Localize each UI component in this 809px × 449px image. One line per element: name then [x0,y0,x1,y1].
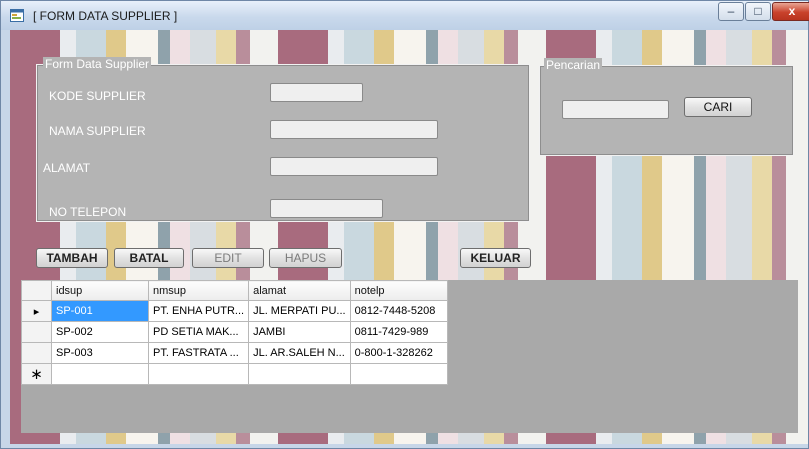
supplier-form-group: Form Data Supplier KODE SUPPLIER NAMA SU… [36,57,530,222]
new-row-cell[interactable] [147,363,250,385]
batal-button[interactable]: BATAL [114,248,184,268]
table-cell-alamat[interactable]: JL. AR.SALEH N... [248,342,351,364]
window-title: [ FORM DATA SUPPLIER ] [33,9,178,23]
table-row[interactable]: ▸ SP-001 PT. ENHA PUTR... JL. MERPATI PU… [21,300,448,322]
new-row-asterisk-icon[interactable]: ∗ [21,363,52,385]
table-header-row: idsup nmsup alamat notelp [21,280,448,301]
kode-supplier-input[interactable] [270,83,363,102]
table-cell-idsup[interactable]: SP-003 [51,342,149,364]
column-header-nmsup[interactable]: nmsup [147,280,250,301]
title-bar[interactable]: [ FORM DATA SUPPLIER ] – □ x [1,1,809,30]
column-header-notelp[interactable]: notelp [349,280,448,301]
supplier-data-grid[interactable]: idsup nmsup alamat notelp ▸ SP-001 PT. E… [21,280,798,433]
nama-supplier-label: NAMA SUPPLIER [49,124,146,138]
table-cell-nmsup[interactable]: PT. FASTRATA ... [147,342,250,364]
search-legend: Pencarian [544,58,603,72]
search-group: Pencarian CARI [539,58,794,156]
kode-supplier-label: KODE SUPPLIER [49,89,146,103]
new-row[interactable]: ∗ [21,363,448,385]
column-header-idsup[interactable]: idsup [51,280,149,301]
new-row-cell[interactable] [248,363,351,385]
current-row-indicator-icon[interactable]: ▸ [21,300,52,322]
no-telepon-label: NO TELEPON [49,205,127,219]
table-cell-alamat[interactable]: JL. MERPATI PU... [248,300,351,322]
app-window: [ FORM DATA SUPPLIER ] – □ x Form Data S… [0,0,809,449]
table-cell-nmsup[interactable]: PT. ENHA PUTR... [147,300,250,322]
row-header[interactable] [21,321,52,343]
row-header-corner [21,280,52,301]
table-cell-notelp[interactable]: 0-800-1-328262 [349,342,448,364]
hapus-button[interactable]: HAPUS [269,248,342,268]
nama-supplier-input[interactable] [270,120,438,139]
close-button[interactable]: x [772,2,809,21]
alamat-input[interactable] [270,157,438,176]
table-cell-alamat[interactable]: JAMBI [248,321,351,343]
new-row-cell[interactable] [51,363,149,385]
row-header[interactable] [21,342,52,364]
table-cell-notelp[interactable]: 0812-7448-5208 [349,300,448,322]
minimize-button[interactable]: – [718,2,744,21]
table-row[interactable]: SP-002 PD SETIA MAK... JAMBI 0811-7429-9… [21,321,448,343]
form-client-area: Form Data Supplier KODE SUPPLIER NAMA SU… [10,30,808,444]
cari-button[interactable]: CARI [684,97,752,117]
form-app-icon [10,9,24,22]
table-row[interactable]: SP-003 PT. FASTRATA ... JL. AR.SALEH N..… [21,342,448,364]
edit-button[interactable]: EDIT [192,248,264,268]
column-header-alamat[interactable]: alamat [248,280,351,301]
supplier-table: idsup nmsup alamat notelp ▸ SP-001 PT. E… [21,280,448,385]
table-cell-nmsup[interactable]: PD SETIA MAK... [147,321,250,343]
maximize-button[interactable]: □ [745,2,771,21]
supplier-form-legend: Form Data Supplier [43,57,152,71]
table-cell-notelp[interactable]: 0811-7429-989 [349,321,448,343]
table-cell-idsup[interactable]: SP-002 [51,321,149,343]
keluar-button[interactable]: KELUAR [460,248,531,268]
alamat-label: ALAMAT [43,161,91,175]
search-input[interactable] [562,100,669,119]
tambah-button[interactable]: TAMBAH [36,248,108,268]
table-cell-idsup[interactable]: SP-001 [51,300,149,322]
new-row-cell[interactable] [349,363,448,385]
no-telepon-input[interactable] [270,199,383,218]
